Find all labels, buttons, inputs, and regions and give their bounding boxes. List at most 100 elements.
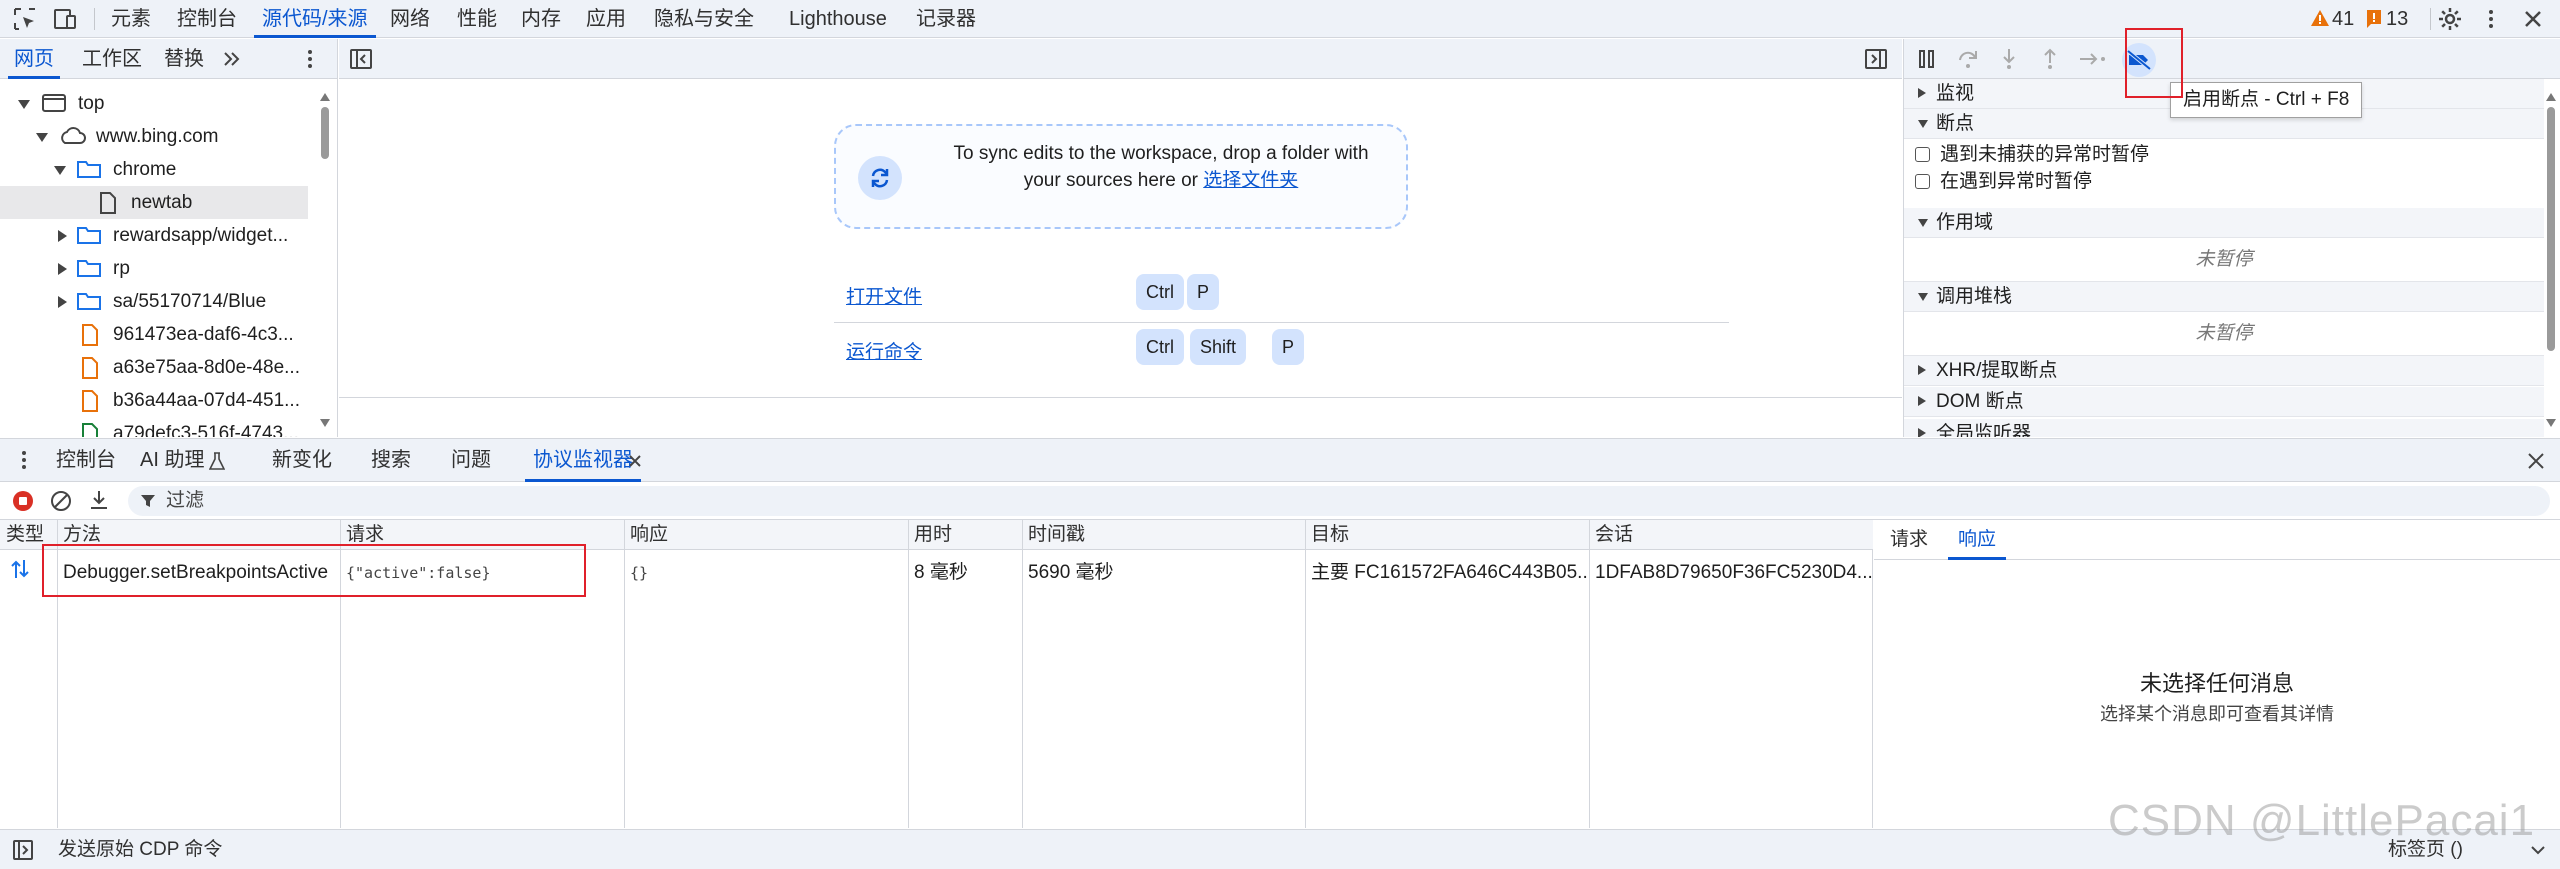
tab-privacy-security[interactable]: 隐私与安全 (654, 0, 754, 38)
more-tabs-chevron-icon[interactable] (221, 49, 241, 69)
tab-recorder[interactable]: 记录器 (916, 0, 976, 38)
warnings-count[interactable]: 41 (2332, 0, 2354, 38)
navigator-menu-icon[interactable] (300, 47, 320, 71)
section-scope[interactable]: 作用域 (1904, 208, 2544, 238)
download-icon[interactable] (88, 489, 110, 511)
section-dom-breakpoints[interactable]: DOM 断点 (1904, 387, 2544, 417)
script-file-icon (80, 390, 100, 412)
tab-network[interactable]: 网络 (390, 0, 430, 38)
section-global-listeners[interactable]: 全局监听器 (1904, 419, 2544, 437)
tree-item-folder[interactable]: rp (0, 252, 308, 285)
drawer-menu-icon[interactable] (14, 448, 34, 472)
pause-caught-option[interactable]: 在遇到异常时暂停 (1904, 168, 2544, 195)
tree-item-file[interactable]: a63e75aa-8d0e-48e... (0, 351, 308, 384)
key-badge: Shift (1190, 329, 1247, 365)
tab-workspace[interactable]: 工作区 (82, 39, 142, 79)
collapse-arrow-icon (1918, 88, 1926, 98)
drawer-tab-console[interactable]: 控制台 (56, 439, 116, 482)
issues-count[interactable]: 13 (2386, 0, 2408, 38)
col-header-session[interactable]: 会话 (1589, 520, 1873, 550)
tab-sources[interactable]: 源代码/来源 (254, 0, 376, 38)
frame-icon (42, 93, 66, 113)
tab-performance[interactable]: 性能 (457, 0, 497, 38)
pause-resume-icon[interactable] (1914, 46, 1940, 72)
drawer-tab-search[interactable]: 搜索 (371, 439, 411, 482)
tree-item-file[interactable]: a79defc3-516f-4743... (0, 417, 308, 437)
tree-item-folder[interactable]: rewardsapp/widget... (0, 219, 308, 252)
tab-elements[interactable]: 元素 (111, 0, 151, 38)
folder-icon (76, 291, 102, 311)
tree-item-domain[interactable]: www.bing.com (0, 120, 308, 153)
pause-uncaught-checkbox[interactable] (1915, 147, 1930, 162)
expand-arrow-icon[interactable] (54, 166, 66, 175)
run-command-link[interactable]: 运行命令 (846, 337, 922, 364)
expand-arrow-icon[interactable] (36, 133, 48, 142)
tab-page[interactable]: 网页 (8, 39, 60, 79)
more-options-icon[interactable] (2478, 6, 2504, 32)
toggle-debugger-icon[interactable] (1864, 47, 1888, 71)
tree-item-file[interactable]: 961473ea-daf6-4c3... (0, 318, 308, 351)
tree-item-file-selected[interactable]: newtab (0, 186, 308, 219)
step-into-icon (1996, 46, 2022, 72)
col-header-response[interactable]: 响应 (624, 520, 907, 550)
tree-item-folder[interactable]: sa/55170714/Blue (0, 285, 308, 318)
toolbar-divider (94, 8, 95, 30)
editor-toolbar (339, 39, 1902, 79)
debugger-scrollbar[interactable] (2544, 83, 2558, 437)
send-receive-arrows-icon (10, 556, 30, 582)
scope-not-paused: 未暂停 (1904, 238, 2544, 282)
tab-application[interactable]: 应用 (586, 0, 626, 38)
detail-tab-request[interactable]: 请求 (1890, 520, 1928, 560)
close-drawer-icon[interactable] (2526, 451, 2546, 471)
tree-item-file[interactable]: b36a44aa-07d4-451... (0, 384, 308, 417)
col-header-timestamp[interactable]: 时间戳 (1022, 520, 1304, 550)
issues-icon[interactable] (2366, 9, 2382, 29)
empty-state-title: 未选择任何消息 (2139, 671, 2294, 696)
warning-icon[interactable] (2310, 9, 2330, 27)
open-file-link[interactable]: 打开文件 (846, 282, 922, 309)
message-detail-panel: 请求 响应 未选择任何消息 选择某个消息即可查看其详情 (1874, 520, 2560, 828)
folder-icon (76, 225, 102, 245)
tab-console[interactable]: 控制台 (177, 0, 237, 38)
tab-memory[interactable]: 内存 (521, 0, 561, 38)
tree-item-folder[interactable]: chrome (0, 153, 308, 186)
collapse-arrow-icon[interactable] (58, 296, 67, 308)
toggle-navigator-icon[interactable] (349, 47, 373, 71)
expand-arrow-icon[interactable] (18, 100, 30, 109)
device-toolbar-icon[interactable] (52, 6, 78, 32)
workspace-drop-zone[interactable]: To sync edits to the workspace, drop a f… (834, 124, 1408, 229)
drawer-tab-whats-new[interactable]: 新变化 (272, 439, 332, 482)
filter-funnel-icon (140, 493, 156, 509)
drawer-tab-protocol-monitor[interactable]: 协议监视器 (525, 439, 641, 482)
tab-lighthouse[interactable]: Lighthouse (789, 0, 887, 38)
drawer-tab-ai-assistant[interactable]: AI 助理 (140, 439, 204, 482)
collapse-arrow-icon[interactable] (58, 230, 67, 242)
close-devtools-icon[interactable] (2520, 6, 2546, 32)
send-cdp-command-input[interactable]: 发送原始 CDP 命令 (58, 830, 222, 869)
script-file-icon (80, 423, 100, 437)
collapse-arrow-icon[interactable] (58, 263, 67, 275)
expand-arrow-icon (1918, 293, 1928, 301)
tree-item-top[interactable]: top (0, 87, 308, 120)
inspect-element-icon[interactable] (12, 6, 38, 32)
toggle-sidebar-icon[interactable] (12, 839, 34, 861)
cell-timestamp: 5690 毫秒 (1028, 562, 1114, 583)
close-tab-icon[interactable] (628, 454, 642, 468)
pause-caught-checkbox[interactable] (1915, 174, 1930, 189)
filter-input[interactable]: 过滤 (128, 486, 2550, 516)
shortcut-open-file: 打开文件 Ctrl P (834, 270, 1379, 322)
navigator-scrollbar[interactable] (318, 83, 332, 437)
col-header-target[interactable]: 目标 (1305, 520, 1588, 550)
drawer-tab-issues[interactable]: 问题 (451, 439, 491, 482)
detail-tabs: 请求 响应 (1874, 520, 2560, 560)
section-xhr-breakpoints[interactable]: XHR/提取断点 (1904, 356, 2544, 386)
detail-tab-response[interactable]: 响应 (1947, 520, 2007, 560)
section-call-stack[interactable]: 调用堆栈 (1904, 282, 2544, 312)
select-folder-link[interactable]: 选择文件夹 (1203, 170, 1298, 191)
tab-overrides[interactable]: 替换 (164, 39, 204, 79)
stop-recording-icon[interactable] (12, 490, 34, 512)
clear-log-icon[interactable] (50, 490, 72, 512)
settings-gear-icon[interactable] (2437, 6, 2463, 32)
col-header-elapsed[interactable]: 用时 (908, 520, 1021, 550)
pause-uncaught-option[interactable]: 遇到未捕获的异常时暂停 (1904, 141, 2544, 168)
